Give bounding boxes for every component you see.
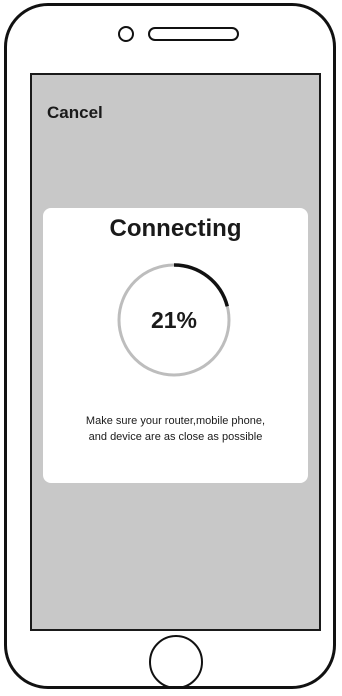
hint-line-1: Make sure your router,mobile phone, bbox=[85, 415, 266, 427]
cancel-button[interactable]: Cancel bbox=[47, 103, 103, 123]
phone-screen: Cancel Connecting 21% Make sure your rou… bbox=[30, 73, 321, 631]
proximity-hint: Make sure your router,mobile phone, and … bbox=[49, 413, 302, 445]
speaker-icon bbox=[148, 27, 239, 41]
progress-percent: 21% bbox=[150, 307, 198, 333]
camera-icon bbox=[118, 26, 134, 42]
connecting-dialog: Connecting 21% Make sure your router,mob… bbox=[43, 208, 308, 483]
page: Cancel Connecting 21% Make sure your rou… bbox=[0, 0, 342, 696]
home-button-icon[interactable] bbox=[149, 635, 203, 689]
dialog-title: Connecting bbox=[109, 215, 242, 242]
hint-line-2: and device are as close as possible bbox=[88, 431, 263, 443]
